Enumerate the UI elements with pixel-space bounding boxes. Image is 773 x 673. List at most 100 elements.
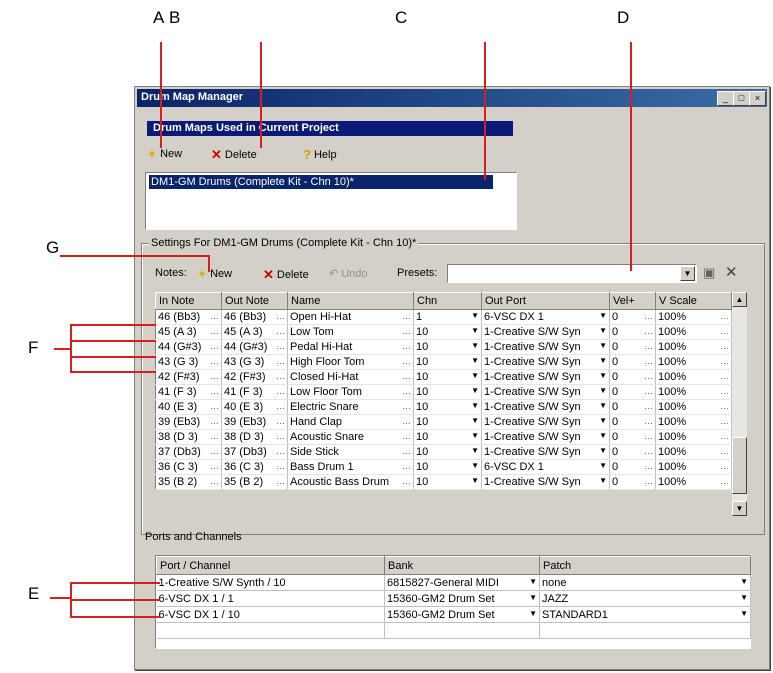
ellipsis-icon[interactable]: … <box>402 311 411 321</box>
table-cell[interactable]: ▼ 15360-GM2 Drum Set <box>384 590 540 607</box>
new-note-button[interactable]: ✦ New <box>197 267 232 281</box>
dropdown-arrow-icon[interactable]: ▼ <box>471 461 479 470</box>
dropdown-arrow-icon[interactable]: ▼ <box>599 311 607 320</box>
ellipsis-icon[interactable]: … <box>402 386 411 396</box>
scroll-down-button[interactable]: ▼ <box>732 501 747 516</box>
table-cell[interactable]: ▼ 6815827-General MIDI <box>384 574 540 591</box>
table-cell[interactable]: ▼ JAZZ <box>539 590 751 607</box>
table-cell[interactable]: ▼ 10 <box>413 474 482 490</box>
ports-column-header[interactable]: Patch <box>539 556 751 575</box>
table-cell[interactable]: … 0 <box>609 354 656 370</box>
ellipsis-icon[interactable]: … <box>644 446 653 456</box>
ellipsis-icon[interactable]: … <box>644 341 653 351</box>
table-row[interactable]: … 42 (F#3) … 42 (F#3) … Closed Hi-Hat ▼ 10 ▼ 1-Cr… <box>155 369 732 385</box>
ellipsis-icon[interactable]: … <box>720 356 729 366</box>
table-cell[interactable]: … 0 <box>609 459 656 475</box>
delete-map-button[interactable]: ✕ Delete <box>211 147 257 163</box>
table-cell[interactable]: ▼ 15360-GM2 Drum Set <box>384 606 540 623</box>
ellipsis-icon[interactable]: … <box>210 341 219 351</box>
table-cell[interactable]: … 0 <box>609 309 656 325</box>
table-cell[interactable]: 1-Creative S/W Synth / 10 <box>156 574 385 591</box>
dropdown-arrow-icon[interactable]: ▼ <box>529 593 537 602</box>
table-row[interactable]: … 46 (Bb3)… 46 (Bb3)… Open Hi-Hat ▼ 1 ▼ 6-VSC D… <box>155 309 732 325</box>
table-cell[interactable]: … Electric Snare <box>287 399 414 415</box>
ellipsis-icon[interactable]: … <box>402 461 411 471</box>
ellipsis-icon[interactable]: … <box>644 311 653 321</box>
dropdown-arrow-icon[interactable]: ▼ <box>599 401 607 410</box>
ellipsis-icon[interactable]: … <box>276 461 285 471</box>
table-cell[interactable]: … 0 <box>609 429 656 445</box>
ellipsis-icon[interactable]: … <box>402 446 411 456</box>
table-cell[interactable]: … 0 <box>609 324 656 340</box>
table-cell[interactable]: … Acoustic Snare <box>287 429 414 445</box>
table-row[interactable]: … 40 (E 3) … 40 (E 3) … Electric Snare ▼ 10 ▼ 1-C… <box>155 399 732 415</box>
table-cell[interactable]: … 46 (Bb3) <box>155 309 222 325</box>
table-cell[interactable]: ▼ 10 <box>413 324 482 340</box>
ellipsis-icon[interactable]: … <box>276 416 285 426</box>
ellipsis-icon[interactable]: … <box>644 356 653 366</box>
delete-preset-icon[interactable]: ✕ <box>725 263 738 281</box>
help-button[interactable]: ? Help <box>303 147 337 162</box>
table-cell[interactable]: … 100% <box>655 339 732 355</box>
table-cell[interactable]: … 100% <box>655 399 732 415</box>
table-cell[interactable]: … 100% <box>655 414 732 430</box>
dropdown-arrow-icon[interactable]: ▼ <box>471 371 479 380</box>
ellipsis-icon[interactable]: … <box>210 386 219 396</box>
ellipsis-icon[interactable]: … <box>276 446 285 456</box>
table-cell[interactable]: … 100% <box>655 459 732 475</box>
table-cell[interactable]: … 37 (Db3) <box>221 444 288 460</box>
notes-column-header[interactable]: Name <box>287 292 414 310</box>
table-cell[interactable]: … 100% <box>655 309 732 325</box>
table-cell[interactable]: ▼ 1-Creative S/W Syn <box>481 444 610 460</box>
table-cell[interactable]: … Side Stick <box>287 444 414 460</box>
ellipsis-icon[interactable]: … <box>210 461 219 471</box>
table-cell[interactable]: … Hand Clap <box>287 414 414 430</box>
notes-column-header[interactable]: Out Port <box>481 292 610 310</box>
table-cell[interactable]: … 100% <box>655 354 732 370</box>
dropdown-arrow-icon[interactable]: ▼ <box>599 431 607 440</box>
table-cell[interactable]: … 38 (D 3) <box>221 429 288 445</box>
ellipsis-icon[interactable]: … <box>644 371 653 381</box>
table-cell[interactable]: … 100% <box>655 474 732 490</box>
table-cell[interactable]: … 37 (Db3) <box>155 444 222 460</box>
ellipsis-icon[interactable]: … <box>402 431 411 441</box>
table-cell[interactable]: … 39 (Eb3) <box>155 414 222 430</box>
notes-scrollbar[interactable]: ▲ ▼ <box>732 292 747 516</box>
table-cell[interactable]: ▼ none <box>539 574 751 591</box>
table-cell[interactable]: … 41 (F 3) <box>155 384 222 400</box>
table-cell[interactable]: ▼ 10 <box>413 429 482 445</box>
ellipsis-icon[interactable]: … <box>276 431 285 441</box>
dropdown-arrow-icon[interactable]: ▼ <box>599 416 607 425</box>
table-cell[interactable]: ▼ 1-Creative S/W Syn <box>481 369 610 385</box>
table-cell[interactable]: ▼ 6-VSC DX 1 <box>481 459 610 475</box>
scroll-thumb[interactable] <box>732 437 747 494</box>
ellipsis-icon[interactable]: … <box>210 446 219 456</box>
table-row[interactable]: … 45 (A 3) … 45 (A 3) … Low Tom ▼ 10 ▼ 1-Creative… <box>155 324 732 340</box>
ellipsis-icon[interactable]: … <box>276 326 285 336</box>
ellipsis-icon[interactable]: … <box>210 356 219 366</box>
table-cell[interactable]: ▼ 1-Creative S/W Syn <box>481 474 610 490</box>
ellipsis-icon[interactable]: … <box>720 341 729 351</box>
table-cell[interactable] <box>156 622 385 639</box>
table-cell[interactable]: … 0 <box>609 399 656 415</box>
table-cell[interactable]: 6-VSC DX 1 / 10 <box>156 606 385 623</box>
table-cell[interactable]: … Pedal Hi-Hat <box>287 339 414 355</box>
table-cell[interactable]: … 0 <box>609 444 656 460</box>
notes-column-header[interactable]: Vel+ <box>609 292 656 310</box>
ellipsis-icon[interactable]: … <box>210 431 219 441</box>
notes-column-header[interactable]: Chn <box>413 292 482 310</box>
ellipsis-icon[interactable]: … <box>210 326 219 336</box>
table-cell[interactable]: 6-VSC DX 1 / 1 <box>156 590 385 607</box>
ellipsis-icon[interactable]: … <box>276 341 285 351</box>
empty-row[interactable] <box>156 622 751 639</box>
table-cell[interactable]: … Bass Drum 1 <box>287 459 414 475</box>
ellipsis-icon[interactable]: … <box>720 326 729 336</box>
presets-combobox[interactable]: ▼ <box>447 264 697 283</box>
table-cell[interactable]: ▼ 1-Creative S/W Syn <box>481 384 610 400</box>
dropdown-arrow-icon[interactable]: ▼ <box>740 577 748 586</box>
dropdown-arrow-icon[interactable]: ▼ <box>471 386 479 395</box>
table-cell[interactable]: … 43 (G 3) <box>221 354 288 370</box>
presets-dropdown-button[interactable]: ▼ <box>680 266 695 281</box>
close-button[interactable]: × <box>749 91 766 106</box>
ellipsis-icon[interactable]: … <box>276 401 285 411</box>
